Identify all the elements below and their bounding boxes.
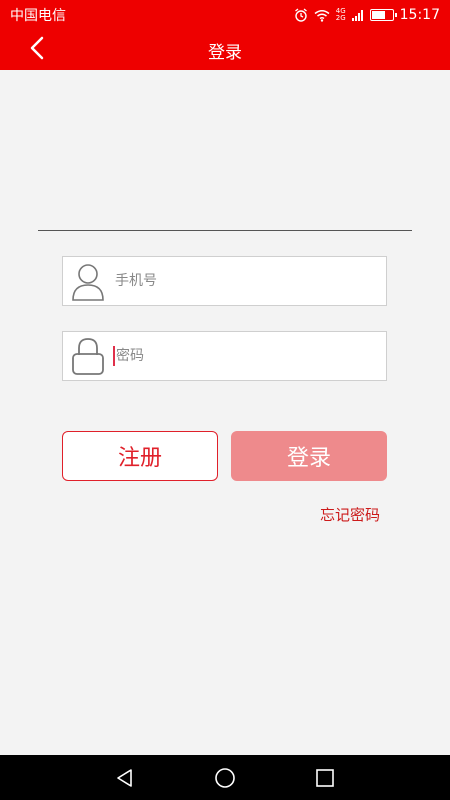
text-cursor [113, 346, 115, 366]
signal-icon: 4G 2G [336, 8, 346, 22]
status-icons: 4G 2G 15:17 [294, 7, 440, 23]
chevron-left-icon [29, 36, 45, 64]
user-icon [63, 256, 113, 306]
alarm-icon [294, 8, 308, 22]
clock-label: 15:17 [399, 7, 440, 23]
back-button[interactable] [22, 36, 52, 64]
phone-input[interactable] [113, 261, 373, 301]
phone-field[interactable] [62, 256, 387, 306]
back-triangle-icon[interactable] [105, 758, 145, 798]
status-bar: 中国电信 4G 2G 15:17 [0, 0, 450, 30]
recents-square-icon[interactable] [305, 758, 345, 798]
signal-bars-icon [351, 9, 364, 21]
wifi-icon [314, 9, 330, 22]
password-input[interactable] [116, 336, 371, 376]
network-bottom-label: 2G [335, 14, 346, 22]
page-title: 登录 [208, 42, 242, 63]
carrier-label: 中国电信 [10, 8, 66, 24]
password-field[interactable] [62, 331, 387, 381]
home-circle-icon[interactable] [205, 758, 245, 798]
divider [38, 230, 412, 231]
app-bar: 登录 [0, 30, 450, 70]
login-button[interactable]: 登录 [231, 431, 387, 481]
battery-icon [369, 9, 397, 21]
forgot-password-link[interactable]: 忘记密码 [320, 504, 380, 525]
system-nav-bar [0, 755, 450, 800]
register-button[interactable]: 注册 [62, 431, 218, 481]
lock-icon [63, 331, 113, 381]
